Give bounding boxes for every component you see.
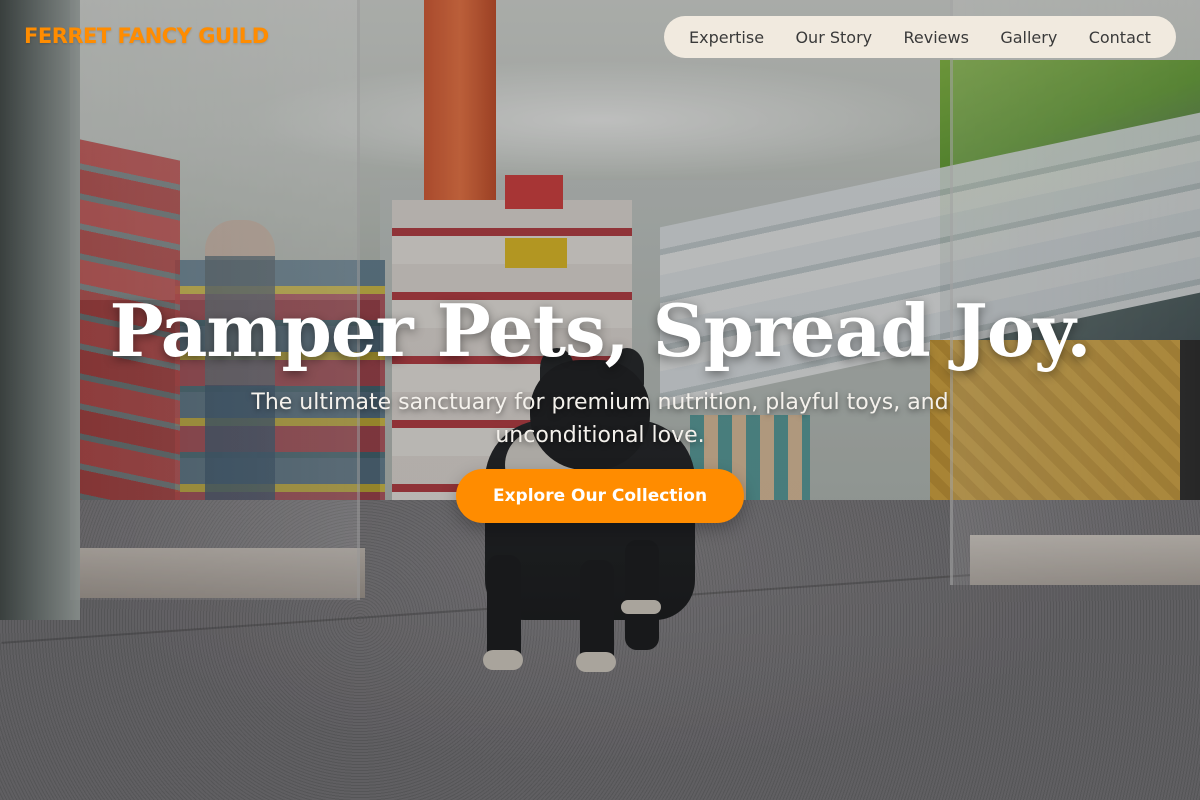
hero-title: Pamper Pets, Spread Joy. (109, 288, 1091, 373)
brand-logo[interactable]: FERRET FANCY GUILD (24, 24, 269, 48)
nav-item-our-story[interactable]: Our Story (795, 28, 872, 47)
nav-item-gallery[interactable]: Gallery (1000, 28, 1057, 47)
nav-item-contact[interactable]: Contact (1089, 28, 1151, 47)
hero-subtitle: The ultimate sanctuary for premium nutri… (251, 390, 949, 448)
explore-collection-button[interactable]: Explore Our Collection (456, 469, 744, 523)
nav-item-expertise[interactable]: Expertise (689, 28, 764, 47)
main-nav: Expertise Our Story Reviews Gallery Cont… (664, 16, 1176, 58)
nav-item-reviews[interactable]: Reviews (904, 28, 969, 47)
